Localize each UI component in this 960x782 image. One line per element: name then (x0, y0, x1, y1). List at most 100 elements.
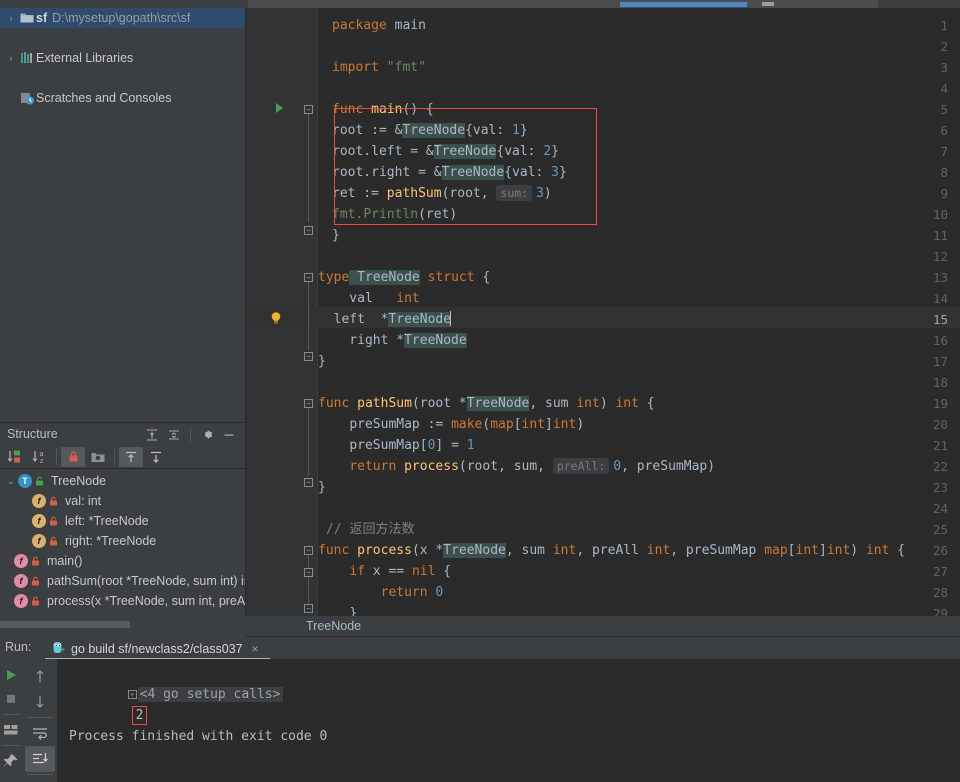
private-visibility-icon (28, 596, 42, 607)
run-gutter-icon[interactable] (276, 103, 283, 113)
stop-icon[interactable] (0, 687, 22, 711)
code-editor[interactable]: 1 2 3 4 5 6 7 8 9 10 11 12 13 14 15 16 1… (246, 8, 960, 621)
show-non-public-icon[interactable] (61, 446, 85, 467)
hide-icon[interactable] (219, 426, 239, 443)
code-text: root := & (332, 123, 403, 138)
var-presummap: preSumMap := (349, 417, 452, 432)
code-text: root.left = & (332, 144, 434, 159)
intention-bulb-icon[interactable] (270, 311, 281, 324)
divider (190, 427, 191, 442)
editor-tab-strip[interactable] (0, 0, 960, 8)
structure-item-treenode[interactable]: ⌄ T TreeNode (0, 471, 245, 491)
expand-fold-icon[interactable]: + (127, 690, 137, 699)
chevron-right-icon[interactable]: › (4, 11, 18, 25)
code-line-28: return 0 (318, 582, 444, 603)
structure-item-pathsum[interactable]: f pathSum(root *TreeNode, sum int) int (0, 571, 245, 591)
structure-title: Structure (7, 427, 58, 441)
structure-hscrollbar[interactable] (0, 620, 246, 630)
group-icon[interactable] (86, 447, 110, 467)
code-line-10: fmt.Println(ret) (332, 204, 457, 225)
structure-item-main[interactable]: f main() (0, 551, 245, 571)
fold-marker[interactable]: − (304, 352, 313, 361)
code-text: {val: (504, 165, 552, 180)
func-name-process: process (349, 543, 412, 558)
expand-all-icon[interactable] (142, 426, 162, 443)
keyword-map: map (490, 417, 514, 432)
scroll-from-source-icon[interactable] (119, 446, 143, 467)
tabstrip-right (878, 0, 960, 8)
scroll-to-end-icon[interactable] (25, 746, 55, 772)
code-line-21: preSumMap[0] = 1 (318, 435, 474, 456)
chevron-right-icon[interactable]: › (4, 51, 18, 65)
run-tab-title: go build sf/newclass2/class037 (71, 641, 243, 656)
run-console-output[interactable]: + <4 go setup calls> 2 Process finished w… (57, 659, 960, 782)
type-badge-icon: T (18, 474, 32, 488)
structure-tool-window: Structure a z ⌄ T TreeNode f val: int f … (0, 422, 246, 616)
scrollbar-thumb[interactable] (0, 621, 130, 628)
structure-item-left[interactable]: f left: *TreeNode (0, 511, 245, 531)
structure-item-process[interactable]: f process(x *TreeNode, sum int, preAll i… (0, 591, 245, 611)
folded-text: <4 go setup calls> (137, 687, 283, 702)
fold-marker[interactable]: − (304, 273, 313, 282)
collapse-all-icon[interactable] (164, 426, 184, 443)
type-ref-treenode: TreeNode (466, 396, 530, 411)
code-text: {val: (465, 123, 513, 138)
structure-header: Structure (0, 423, 245, 445)
fold-marker[interactable]: − (304, 399, 313, 408)
project-row-scratches[interactable]: Scratches and Consoles (0, 88, 245, 108)
func-call-pathsum: pathSum (386, 186, 442, 201)
layout-icon[interactable] (0, 718, 22, 742)
project-row-external-libraries[interactable]: › External Libraries (0, 48, 245, 68)
code-text: , preAll (576, 543, 647, 558)
print-icon[interactable] (25, 777, 55, 782)
code-text: } (519, 123, 528, 138)
fold-marker[interactable]: − (304, 546, 313, 555)
keyword-int: int (646, 543, 671, 558)
field-name-left: left * (318, 312, 389, 327)
breadcrumb-item-treenode[interactable]: TreeNode (306, 619, 361, 633)
breadcrumb-bar[interactable]: TreeNode (246, 616, 960, 637)
fold-marker[interactable]: − (304, 478, 313, 487)
fold-marker[interactable]: − (304, 226, 313, 235)
scroll-to-source-icon[interactable] (144, 447, 168, 467)
run-tab-go-build[interactable]: go build sf/newclass2/class037 × (45, 638, 265, 659)
soft-wrap-icon[interactable] (25, 720, 55, 746)
type-ref-treenode: TreeNode (433, 144, 497, 159)
fold-marker-inner[interactable]: − (304, 568, 313, 577)
type-ref-treenode: TreeNode (402, 123, 466, 138)
structure-item-val[interactable]: f val: int (0, 491, 245, 511)
structure-label: pathSum(root *TreeNode, sum int) int (47, 574, 245, 588)
pin-icon[interactable] (0, 749, 22, 773)
code-text: ) (599, 396, 616, 411)
editor-text-area[interactable]: package main import "fmt" func main() { … (318, 8, 960, 621)
structure-label: process(x *TreeNode, sum int, preAll int… (47, 594, 245, 608)
run-tab-bar: Run: go build sf/newclass2/class037 × (0, 637, 960, 660)
code-text: (root, (441, 186, 497, 201)
code-text: x == (364, 564, 412, 579)
scroll-down-icon[interactable] (25, 689, 55, 715)
scroll-up-icon[interactable] (25, 663, 55, 689)
run-icon[interactable] (0, 663, 22, 687)
sort-alphabetically-icon[interactable]: a z (28, 447, 52, 467)
divider (2, 714, 20, 715)
annotation-red-box-output: 2 (131, 706, 148, 725)
console-folded-line[interactable]: + <4 go setup calls> (57, 663, 960, 702)
divider (114, 448, 115, 465)
fold-marker[interactable]: − (304, 105, 313, 114)
keyword-int: int (615, 396, 639, 411)
tabstrip-left (0, 0, 248, 8)
structure-header-buttons (142, 426, 239, 443)
function-badge-icon: f (14, 594, 28, 608)
func-name-main: main (363, 102, 403, 117)
project-row-sf[interactable]: › sf D:\mysetup\gopath\src\sf (0, 8, 245, 28)
keyword-func: func (318, 543, 350, 558)
close-icon[interactable]: × (252, 642, 259, 656)
chevron-down-icon[interactable]: ⌄ (4, 474, 18, 488)
structure-item-right[interactable]: f right: *TreeNode (0, 531, 245, 551)
settings-gear-icon[interactable] (197, 426, 217, 443)
func-name-pathsum: pathSum (349, 396, 412, 411)
code-line-16: right *TreeNode (318, 330, 467, 351)
fold-marker-end[interactable]: − (304, 604, 313, 613)
sort-by-visibility-icon[interactable] (3, 447, 27, 467)
run-tool-window: Run: go build sf/newclass2/class037 × + … (0, 637, 960, 782)
